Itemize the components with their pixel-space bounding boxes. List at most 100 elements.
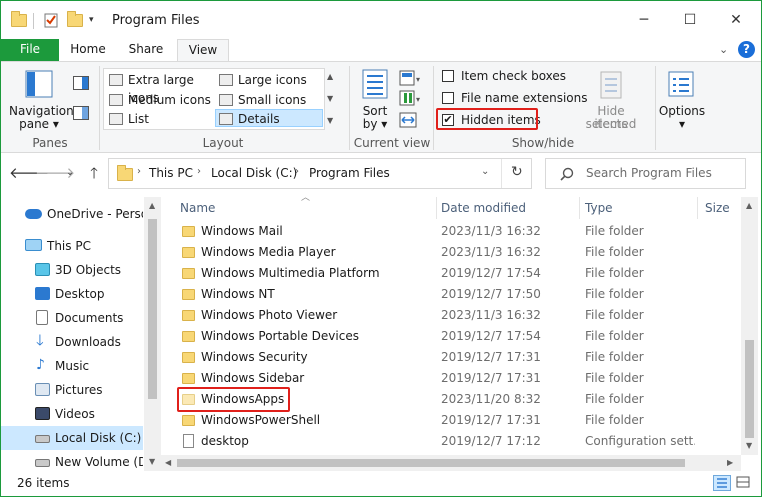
sidebar-item-pictures[interactable]: Pictures xyxy=(1,378,143,402)
sidebar-item-new-volume[interactable]: New Volume (D: xyxy=(1,450,143,471)
file-name-extensions-checkbox[interactable]: File name extensions xyxy=(439,90,588,106)
maximize-button[interactable]: ☐ xyxy=(667,1,713,39)
sidebar-scrollbar[interactable]: ▲ ▼ xyxy=(144,197,161,471)
svg-text:▾: ▾ xyxy=(416,95,420,104)
collapse-ribbon-icon[interactable]: ⌄ xyxy=(719,43,728,56)
back-button[interactable]: 🡐 xyxy=(9,162,49,184)
music-icon: ♪ xyxy=(36,357,45,373)
file-list-vertical-scrollbar[interactable]: ▲ ▼ xyxy=(741,197,758,455)
column-header-type[interactable]: Type xyxy=(585,197,613,219)
sidebar-item-videos[interactable]: Videos xyxy=(1,402,143,426)
help-icon[interactable]: ? xyxy=(738,41,755,58)
file-row[interactable]: WindowsPowerShell 2019/12/7 17:31 File fol… xyxy=(177,410,735,431)
close-button[interactable]: ✕ xyxy=(713,1,759,39)
layout-small-icons[interactable]: Small icons xyxy=(216,91,322,109)
folder-icon xyxy=(182,373,195,384)
minimize-button[interactable]: ─ xyxy=(621,1,667,39)
sidebar-item-documents[interactable]: Documents xyxy=(1,306,143,330)
tab-file[interactable]: File xyxy=(1,39,59,61)
sidebar-item-music[interactable]: ♪ Music xyxy=(1,354,143,378)
sidebar-item-onedrive[interactable]: OneDrive - Person xyxy=(1,202,143,226)
crumb-separator-icon[interactable]: › xyxy=(295,166,299,177)
search-placeholder: Search Program Files xyxy=(586,166,712,180)
search-box[interactable]: Search Program Files xyxy=(545,158,746,189)
search-icon xyxy=(560,167,574,184)
large-icons-view-icon[interactable] xyxy=(735,475,753,491)
layout-extra-large-icons[interactable]: Extra large icons xyxy=(106,71,214,105)
recent-locations-button[interactable]: ⌄ xyxy=(59,162,81,184)
address-dropdown-icon[interactable]: ⌄ xyxy=(481,166,489,177)
layout-list[interactable]: List xyxy=(106,110,214,128)
layout-medium-icons[interactable]: Medium icons xyxy=(106,91,214,109)
sidebar-item-this-pc[interactable]: This PC xyxy=(1,234,143,258)
navigation-pane-icon[interactable] xyxy=(25,70,53,101)
sidebar-scroll-thumb[interactable] xyxy=(148,219,157,399)
address-divider xyxy=(501,159,502,188)
file-row[interactable]: Windows Multimedia Platform 2019/12/7 17:… xyxy=(177,263,735,284)
layout-large-icons[interactable]: Large icons xyxy=(216,71,322,89)
details-view-icon[interactable] xyxy=(713,475,731,491)
address-bar[interactable]: › This PC › Local Disk (C:) › Program Fi… xyxy=(108,158,532,189)
crumb-program-files[interactable]: Program Files xyxy=(309,166,390,180)
folder-icon xyxy=(182,415,195,426)
group-by-icon[interactable]: ▾ xyxy=(399,70,423,89)
refresh-icon[interactable]: ↻ xyxy=(511,164,523,180)
customize-quick-access-icon[interactable]: ▾ xyxy=(89,11,94,29)
new-folder-quick-access-icon[interactable] xyxy=(67,10,83,29)
file-row[interactable]: Windows Mail 2023/11/3 16:32 File folder xyxy=(177,221,735,242)
column-header-name[interactable]: Name xyxy=(180,197,215,219)
column-divider[interactable] xyxy=(436,197,437,219)
file-row[interactable]: Windows Photo Viewer 2023/11/3 16:32 File … xyxy=(177,305,735,326)
size-columns-icon[interactable] xyxy=(399,112,417,131)
sort-by-label-2[interactable]: by ▾ xyxy=(357,118,393,131)
file-row[interactable]: Windows Security 2019/12/7 17:31 File fold… xyxy=(177,347,735,368)
sidebar-item-3d-objects[interactable]: 3D Objects xyxy=(1,258,143,282)
tab-share[interactable]: Share xyxy=(119,39,173,61)
add-columns-icon[interactable]: ▾ xyxy=(399,90,423,109)
preview-pane-icon[interactable] xyxy=(73,76,89,93)
folder-icon xyxy=(182,352,195,363)
vertical-scroll-thumb[interactable] xyxy=(745,340,754,438)
address-folder-icon xyxy=(117,165,133,181)
cube-icon xyxy=(35,263,50,276)
options-dropdown-icon[interactable]: ▾ xyxy=(657,118,707,131)
layout-group-label: Layout xyxy=(202,136,244,150)
up-button[interactable]: 🡑 xyxy=(83,162,105,184)
group-separator xyxy=(655,66,656,150)
document-icon xyxy=(36,310,48,325)
layout-details[interactable]: Details xyxy=(215,109,323,127)
item-check-boxes-checkbox[interactable]: Item check boxes xyxy=(439,68,566,84)
properties-quick-access-icon[interactable] xyxy=(43,11,59,29)
options-icon[interactable] xyxy=(667,70,695,101)
file-list-horizontal-scrollbar[interactable]: ◀ ▶ xyxy=(161,455,741,471)
folder-icon xyxy=(182,289,195,300)
crumb-separator-icon[interactable]: › xyxy=(197,166,201,177)
tab-view[interactable]: View xyxy=(177,39,229,61)
hide-selected-items-label-2[interactable]: items xyxy=(571,118,651,131)
crumb-this-pc[interactable]: This PC xyxy=(149,166,193,180)
crumb-local-disk[interactable]: Local Disk (C:) xyxy=(211,166,297,180)
sidebar-item-local-disk[interactable]: Local Disk (C:) xyxy=(1,426,143,450)
sidebar-item-desktop[interactable]: Desktop xyxy=(1,282,143,306)
column-header-size[interactable]: Size xyxy=(705,197,730,219)
sidebar-item-downloads[interactable]: 🡓 Downloads xyxy=(1,330,143,354)
file-row[interactable]: desktop 2019/12/7 17:12 Configuration sett… xyxy=(177,431,735,452)
forward-button[interactable]: 🡒 xyxy=(35,162,75,184)
sort-by-icon[interactable] xyxy=(361,68,389,103)
item-count: 26 items xyxy=(17,476,70,490)
file-row[interactable]: Windows Media Player 2023/11/3 16:32 File … xyxy=(177,242,735,263)
hide-selected-items-icon[interactable] xyxy=(598,70,624,103)
navigation-pane-label-2[interactable]: pane ▾ xyxy=(9,118,69,131)
column-divider[interactable] xyxy=(579,197,580,219)
crumb-separator-icon[interactable]: › xyxy=(137,166,141,177)
file-row[interactable]: Windows NT 2019/12/7 17:50 File folder xyxy=(177,284,735,305)
column-divider[interactable] xyxy=(697,197,698,219)
file-row[interactable]: Windows Sidebar 2019/12/7 17:31 File folde… xyxy=(177,368,735,389)
file-row[interactable]: Windows Portable Devices 2019/12/7 17:54 F… xyxy=(177,326,735,347)
details-pane-icon[interactable] xyxy=(73,106,89,123)
column-header-date-modified[interactable]: Date modified xyxy=(441,197,526,219)
horizontal-scroll-thumb[interactable] xyxy=(177,459,685,467)
tab-home[interactable]: Home xyxy=(63,39,113,61)
layout-gallery-scroll[interactable]: ▲ ▼ ▼ xyxy=(327,68,339,130)
cloud-icon xyxy=(25,209,42,219)
